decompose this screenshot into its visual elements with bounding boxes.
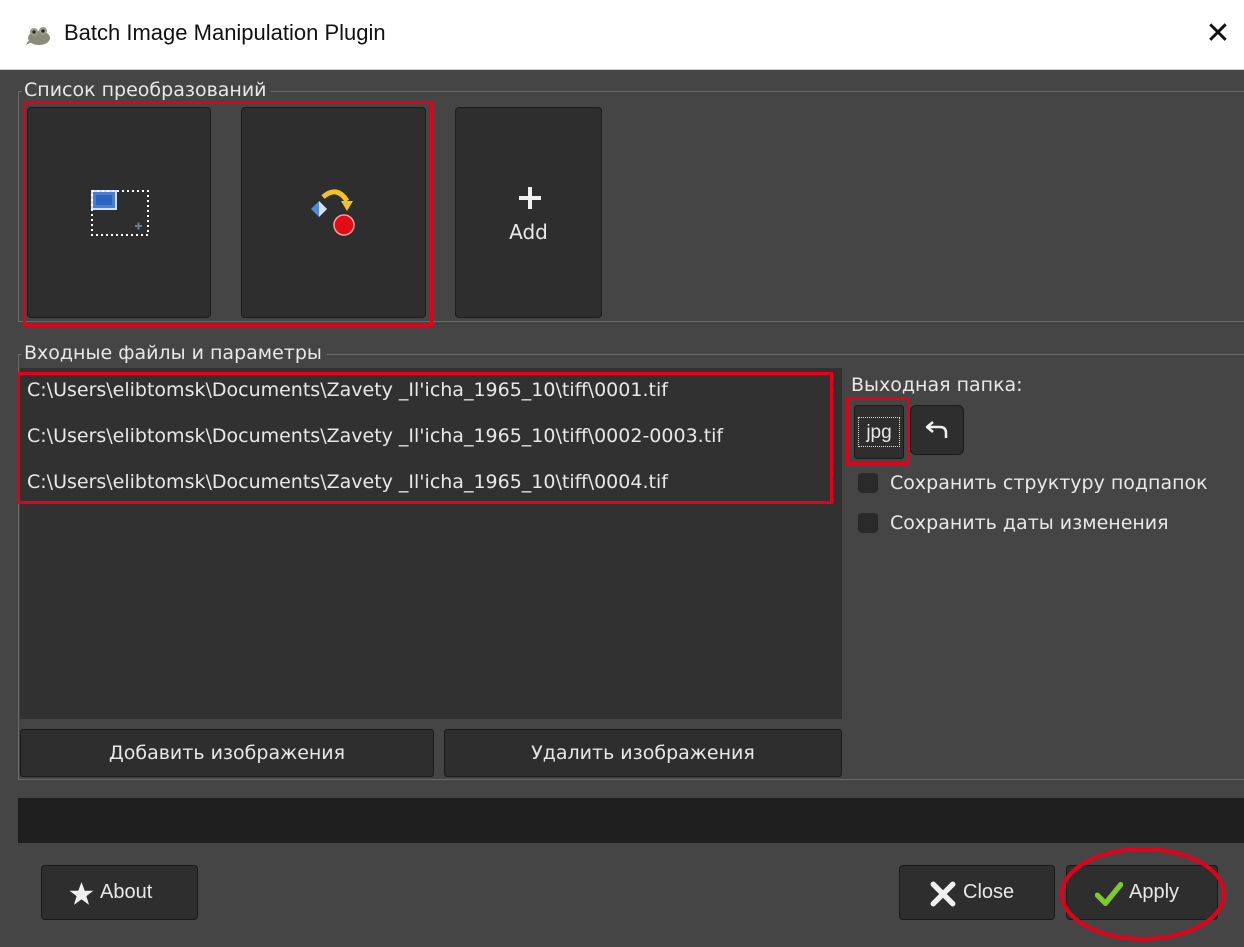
add-images-button[interactable]: Добавить изображения: [20, 729, 434, 777]
remove-images-button[interactable]: Удалить изображения: [444, 729, 842, 777]
close-button[interactable]: Close: [899, 865, 1055, 920]
about-button[interactable]: About: [41, 865, 198, 920]
add-transform-label: Add: [509, 220, 548, 244]
gimp-icon: [26, 27, 50, 45]
about-label: About: [100, 881, 153, 903]
keep-dates-checkbox[interactable]: [858, 513, 878, 533]
checkmark-icon: [1095, 882, 1123, 906]
file-list[interactable]: C:\Users\elibtomsk\Documents\Zavety _Il'…: [20, 368, 842, 719]
reset-folder-button[interactable]: [910, 405, 964, 455]
file-list-item[interactable]: C:\Users\elibtomsk\Documents\Zavety _Il'…: [27, 379, 668, 401]
output-folder-label: Выходная папка:: [851, 374, 1023, 396]
window-title: Batch Image Manipulation Plugin: [64, 20, 386, 45]
output-folder-value: jpg: [858, 417, 900, 447]
transform-crop-button[interactable]: [27, 107, 211, 318]
file-list-item[interactable]: C:\Users\elibtomsk\Documents\Zavety _Il'…: [27, 471, 668, 493]
bimp-dialog: Batch Image Manipulation Plugin ✕ Список…: [0, 0, 1244, 947]
plus-icon: [519, 187, 541, 209]
transform-rotate-button[interactable]: [241, 107, 426, 318]
close-label: Close: [963, 881, 1015, 903]
inputs-group-label: Входные файлы и параметры: [22, 342, 326, 364]
window-close-icon[interactable]: ✕: [1198, 14, 1238, 54]
apply-label: Apply: [1129, 881, 1180, 903]
keep-dates-label: Сохранить даты изменения: [890, 512, 1169, 534]
file-list-item[interactable]: C:\Users\elibtomsk\Documents\Zavety _Il'…: [27, 425, 723, 447]
transforms-group-label: Список преобразований: [22, 79, 271, 101]
progress-bar: [18, 798, 1244, 843]
add-transform-button[interactable]: Add: [455, 107, 602, 318]
undo-icon: [925, 421, 948, 438]
rotate-icon: [311, 189, 355, 236]
star-icon: [69, 882, 94, 905]
output-folder-button[interactable]: jpg: [854, 405, 904, 459]
keep-structure-label: Сохранить структуру подпапок: [890, 472, 1208, 494]
close-icon: [930, 881, 956, 907]
keep-structure-checkbox[interactable]: [858, 473, 878, 493]
crop-resize-icon: [91, 190, 149, 236]
title-bar: Batch Image Manipulation Plugin ✕: [0, 0, 1244, 70]
apply-button[interactable]: Apply: [1066, 865, 1218, 920]
